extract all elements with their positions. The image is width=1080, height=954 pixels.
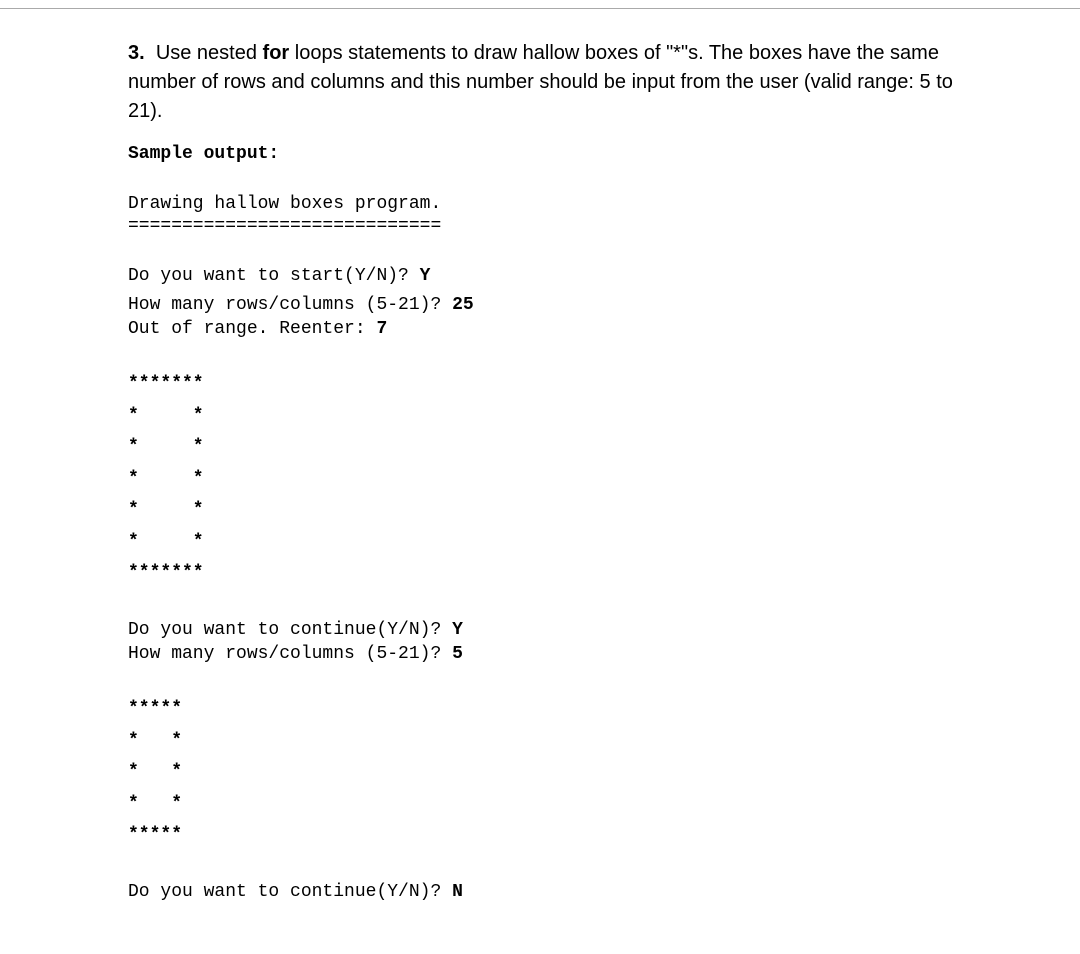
size-prompt-line-1: How many rows/columns (5-21)? 25	[128, 293, 960, 317]
start-prompt: Do you want to start(Y/N)?	[128, 266, 420, 286]
interaction-3: Do you want to continue(Y/N)? N	[128, 880, 960, 904]
box1-row: *******	[128, 374, 204, 394]
start-prompt-line: Do you want to start(Y/N)? Y	[128, 264, 960, 288]
box-output-1: ******* * * * * * * * * * * *******	[128, 369, 960, 590]
box2-row: *****	[128, 699, 182, 719]
box1-row: * *	[128, 532, 204, 552]
continue-prompt-1: Do you want to continue(Y/N)?	[128, 620, 452, 640]
start-answer: Y	[420, 266, 431, 286]
size-answer-1: 25	[452, 295, 474, 315]
divider-line: =============================	[128, 216, 960, 236]
interaction-1: Do you want to start(Y/N)? Y How many ro…	[128, 264, 960, 341]
continue-answer-2: N	[452, 882, 463, 902]
box1-row: * *	[128, 469, 204, 489]
for-keyword: for	[263, 42, 290, 64]
box-output-2: ***** * * * * * * *****	[128, 694, 960, 852]
continue-prompt-line-1: Do you want to continue(Y/N)? Y	[128, 618, 960, 642]
box2-row: * *	[128, 794, 182, 814]
sample-output-label: Sample output:	[128, 144, 960, 164]
size-prompt-2: How many rows/columns (5-21)?	[128, 644, 452, 664]
question-text-part1: Use nested	[156, 42, 263, 64]
box1-row: * *	[128, 500, 204, 520]
program-intro-section: Drawing hallow boxes program. ==========…	[128, 192, 960, 236]
box2-row: *****	[128, 825, 182, 845]
continue-prompt-2: Do you want to continue(Y/N)?	[128, 882, 452, 902]
interaction-2: Do you want to continue(Y/N)? Y How many…	[128, 618, 960, 667]
question-number: 3.	[128, 42, 145, 64]
reenter-answer: 7	[376, 319, 387, 339]
reenter-prompt: Out of range. Reenter:	[128, 319, 376, 339]
box1-row: *******	[128, 563, 204, 583]
continue-answer-1: Y	[452, 620, 463, 640]
size-prompt-line-2: How many rows/columns (5-21)? 5	[128, 642, 960, 666]
size-prompt-1: How many rows/columns (5-21)?	[128, 295, 452, 315]
box2-row: * *	[128, 731, 182, 751]
question-statement: 3. Use nested for loops statements to dr…	[128, 39, 960, 126]
box1-row: * *	[128, 437, 204, 457]
document-content: 3. Use nested for loops statements to dr…	[0, 8, 1080, 954]
size-answer-2: 5	[452, 644, 463, 664]
reenter-line: Out of range. Reenter: 7	[128, 317, 960, 341]
box1-row: * *	[128, 406, 204, 426]
program-title: Drawing hallow boxes program.	[128, 192, 960, 216]
box2-row: * *	[128, 762, 182, 782]
